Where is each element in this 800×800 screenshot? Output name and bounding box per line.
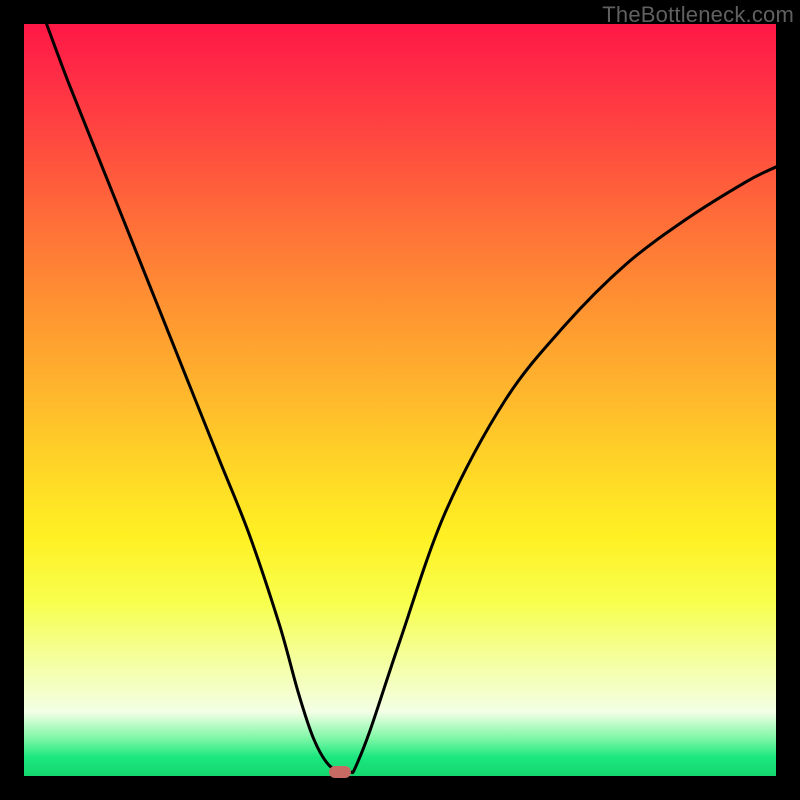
plot-area xyxy=(24,24,776,776)
chart-frame: TheBottleneck.com xyxy=(0,0,800,800)
optimum-marker xyxy=(329,766,351,778)
bottleneck-curve xyxy=(24,24,776,776)
watermark-text: TheBottleneck.com xyxy=(602,2,794,28)
